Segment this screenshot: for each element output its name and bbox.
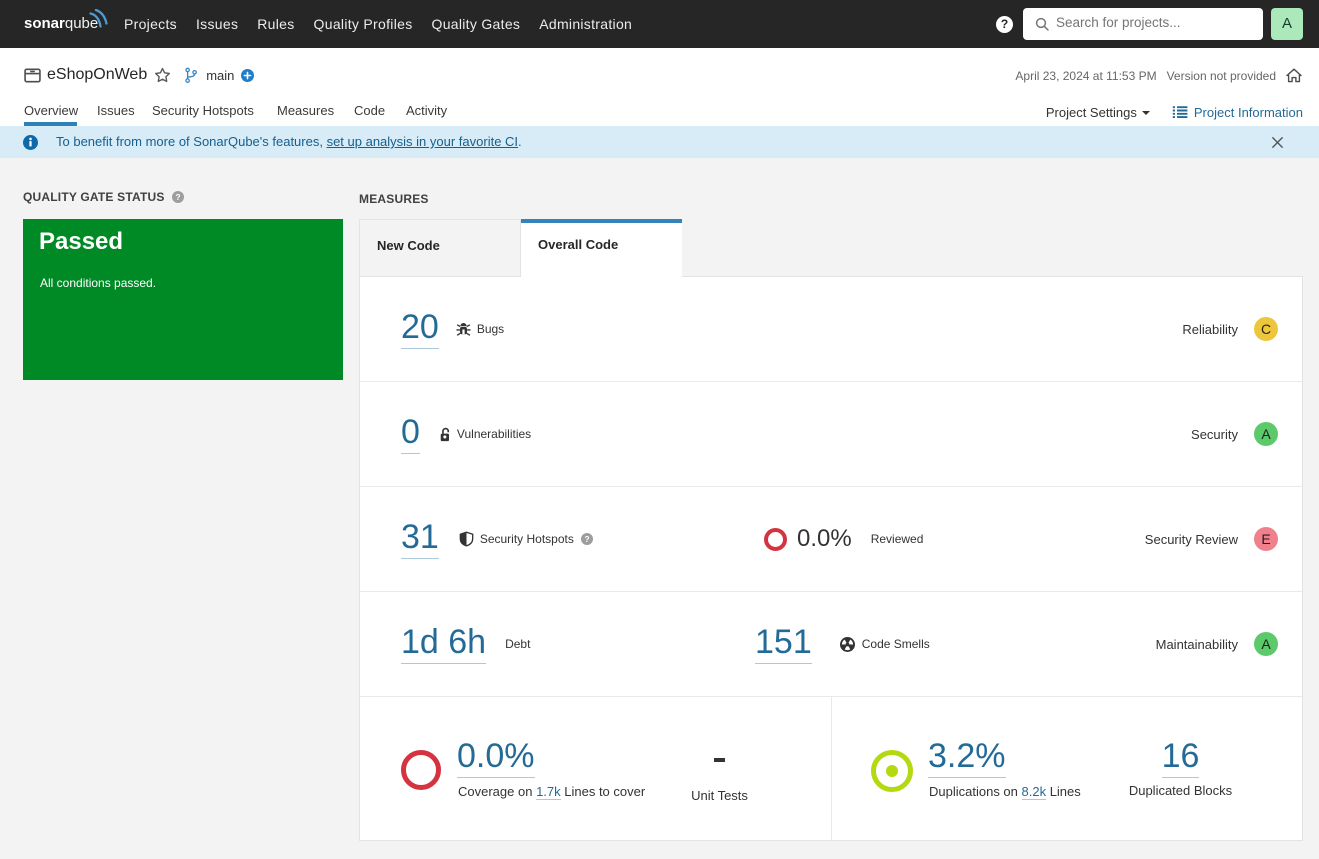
svg-text:?: ? (175, 192, 180, 202)
svg-text:?: ? (584, 534, 589, 544)
